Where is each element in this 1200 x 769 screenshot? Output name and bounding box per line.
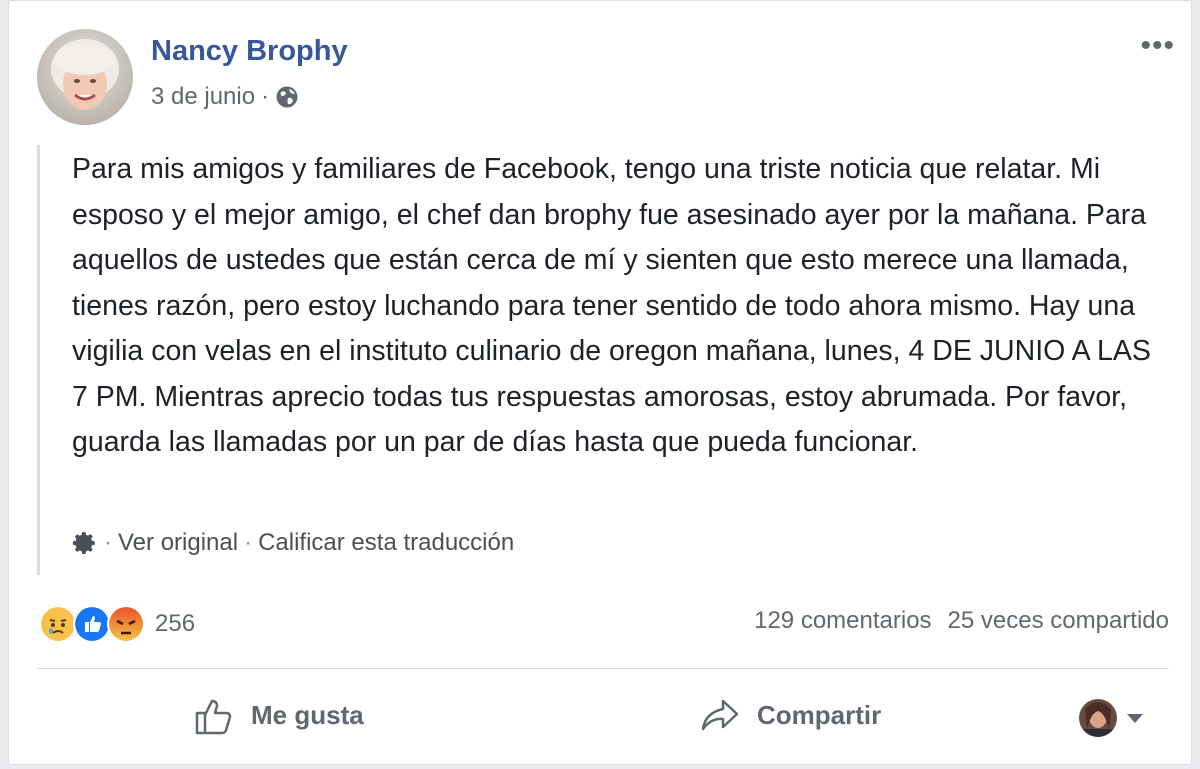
thumbs-up-icon	[195, 699, 232, 735]
angry-icon	[107, 605, 145, 643]
reactions-summary[interactable]: 256	[39, 605, 195, 643]
author-avatar[interactable]	[37, 29, 133, 125]
share-arrow-icon	[701, 699, 739, 731]
author-name[interactable]: Nancy Brophy	[151, 35, 348, 68]
profile-avatar	[1079, 699, 1117, 737]
translation-bar: · Ver original · Calificar esta traducci…	[72, 529, 514, 557]
gear-icon[interactable]	[72, 530, 98, 556]
rate-translation-link[interactable]: Calificar esta traducción	[258, 529, 514, 557]
chevron-down-icon	[1127, 713, 1143, 723]
more-options-icon[interactable]: •••	[1140, 31, 1175, 61]
post-card: Nancy Brophy 3 de junio · ••• Para mis a…	[8, 0, 1192, 765]
post-stats: 129 comentarios 25 veces compartido	[754, 607, 1169, 635]
comments-count[interactable]: 129 comentarios	[754, 607, 931, 635]
share-button[interactable]: Compartir	[699, 693, 881, 737]
post-text: Para mis amigos y familiares de Facebook…	[72, 153, 1151, 458]
reaction-profile-selector[interactable]	[1079, 699, 1143, 737]
reaction-count: 256	[155, 610, 196, 637]
like-icon	[73, 605, 111, 643]
like-label: Me gusta	[251, 699, 364, 730]
translation-separator: ·	[244, 529, 253, 556]
post-body: Para mis amigos y familiares de Facebook…	[37, 145, 1167, 575]
post-date[interactable]: 3 de junio	[151, 83, 255, 111]
meta-separator: ·	[261, 83, 270, 110]
divider	[37, 668, 1169, 669]
shares-count[interactable]: 25 veces compartido	[948, 607, 1169, 635]
post-meta: 3 de junio ·	[151, 83, 299, 111]
like-button[interactable]: Me gusta	[193, 693, 364, 737]
globe-icon[interactable]	[275, 85, 299, 109]
sad-icon	[39, 605, 77, 643]
view-original-link[interactable]: Ver original	[118, 529, 238, 557]
translation-separator: ·	[104, 529, 112, 556]
share-label: Compartir	[757, 699, 882, 730]
